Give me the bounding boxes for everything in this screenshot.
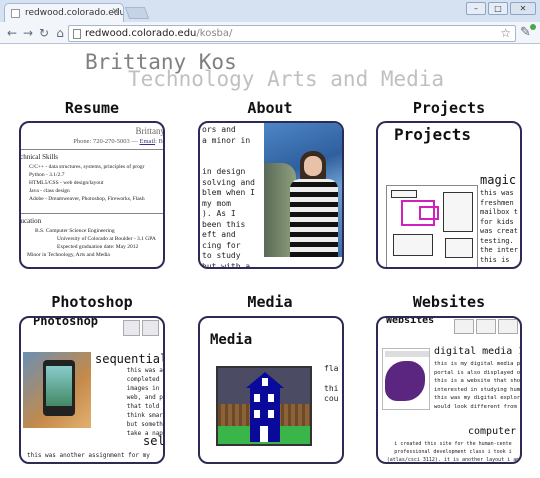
- edu-line: B.S. Computer Science Engineering: [35, 228, 115, 234]
- projects-card[interactable]: Projects magic this was freshmen mailbox…: [376, 121, 522, 269]
- section-title-about[interactable]: About: [190, 99, 350, 117]
- websites-bottom-text: i created this site for the human-cente …: [386, 441, 520, 463]
- house-window: [254, 394, 260, 402]
- site-graphic: [385, 361, 425, 401]
- skill-item: C/C++ - data structures, systems, princi…: [29, 163, 163, 171]
- section-title-projects[interactable]: Projects: [369, 99, 529, 117]
- maximize-button[interactable]: □: [488, 2, 508, 15]
- media-house-image: [216, 366, 312, 446]
- skill-item: Java - class design: [29, 187, 163, 195]
- bookmark-star-icon[interactable]: ☆: [500, 26, 511, 40]
- thumbnail[interactable]: [142, 320, 159, 336]
- resume-email-link[interactable]: Email: [140, 138, 156, 145]
- diagram-box: [391, 190, 417, 198]
- section-title-photoshop[interactable]: Photoshop: [12, 293, 172, 311]
- window-titlebar: redwood.colorado.edu/ko ✕ – □ ✕: [0, 0, 540, 22]
- projects-card-title: Projects: [394, 125, 472, 144]
- resume-contact: Phone: 720-270-5003 — Email: Br: [73, 138, 165, 145]
- media-card[interactable]: Media fla thi cou: [198, 316, 344, 464]
- section-title-resume[interactable]: Resume: [12, 99, 172, 117]
- photo-face: [304, 156, 322, 176]
- thumbnail[interactable]: [476, 319, 496, 334]
- close-tab-icon[interactable]: ✕: [111, 7, 119, 17]
- house-window: [268, 394, 274, 402]
- photoshop-sel-heading: sel: [143, 434, 165, 448]
- photoshop-sequential-heading: sequential: [95, 352, 165, 366]
- url-path: /kosba/: [196, 28, 233, 39]
- diagram-highlight: [419, 206, 439, 220]
- section-title-websites[interactable]: Websites: [369, 293, 529, 311]
- photoshop-thumbnails: [123, 320, 159, 336]
- resume-phone-suffix: : Br: [155, 138, 165, 145]
- house-door: [260, 426, 268, 442]
- section-title-media[interactable]: Media: [190, 293, 350, 311]
- house-window: [262, 378, 268, 386]
- photo-screen: [46, 366, 72, 406]
- tab-title: redwood.colorado.edu/ko: [25, 8, 124, 18]
- diagram-box: [445, 238, 473, 258]
- websites-card[interactable]: Websites digital media 1 this is my digi…: [376, 316, 522, 464]
- media-card-title: Media: [210, 332, 253, 348]
- site-header: [385, 351, 429, 357]
- minimize-button[interactable]: –: [466, 2, 486, 15]
- divider: [21, 149, 163, 150]
- edu-line: University of Colorado at Boulder - 3.1 …: [57, 236, 156, 242]
- websites-thumbnails: [454, 319, 518, 334]
- page-favicon-icon: [11, 9, 20, 18]
- photoshop-bottom-text: this was another assignment for my: [27, 452, 150, 459]
- home-icon[interactable]: ⌂: [52, 25, 68, 41]
- reload-icon[interactable]: ↻: [36, 25, 52, 41]
- education-block: B.S. Computer Science Engineering Univer…: [27, 227, 163, 259]
- edu-line: Expected graduation date: May 2012: [57, 244, 139, 250]
- about-portrait-image: [264, 123, 342, 257]
- diagram-box: [443, 192, 473, 232]
- thumbnail[interactable]: [123, 320, 140, 336]
- page-icon: [73, 29, 81, 39]
- project-magic-heading: magic: [480, 173, 517, 187]
- new-tab-button[interactable]: [124, 7, 150, 19]
- websites-description: this is my digital media po portal is al…: [434, 361, 522, 410]
- websites-digital-media-heading: digital media 1: [434, 346, 522, 357]
- education-heading: ducation: [19, 217, 42, 225]
- edu-line: Minor in Technology, Arts and Media: [27, 252, 110, 258]
- divider: [21, 213, 163, 214]
- websites-computer-heading: computer s: [468, 426, 520, 437]
- site-subtitle: Technology Arts and Media: [128, 67, 445, 91]
- thumbnail[interactable]: [498, 319, 518, 334]
- back-arrow-icon[interactable]: ←: [4, 25, 20, 41]
- about-card[interactable]: ors and a minor in in design solving and…: [198, 121, 344, 269]
- browser-tab[interactable]: redwood.colorado.edu/ko ✕: [4, 3, 124, 22]
- skill-item: Python - 3.1/2.7: [29, 171, 163, 179]
- project-diagram-image: [386, 185, 478, 267]
- thumbnail[interactable]: [454, 319, 474, 334]
- about-text: ors and a minor in in design solving and…: [202, 125, 255, 269]
- browser-toolbar: ← → ↻ ⌂ redwood.colorado.edu/kosba/ ☆ ✎: [0, 22, 540, 44]
- update-indicator-icon: [530, 24, 536, 30]
- forward-arrow-icon[interactable]: →: [20, 25, 36, 41]
- skill-item: HTML5/CSS - web design/layout: [29, 179, 163, 187]
- photoshop-image: [23, 352, 91, 428]
- resume-phone: Phone: 720-270-5003 —: [73, 138, 140, 145]
- photo-shirt: [290, 179, 338, 257]
- page-content: Brittany Kos Technology Arts and Media R…: [0, 45, 540, 478]
- resume-card[interactable]: Brittany Phone: 720-270-5003 — Email: Br…: [19, 121, 165, 269]
- skills-heading: echnical Skills: [19, 153, 59, 161]
- url-host: redwood.colorado.edu: [85, 28, 197, 39]
- close-window-button[interactable]: ✕: [510, 2, 536, 15]
- website-screenshot-image: [382, 348, 430, 410]
- media-side-text: fla thi cou: [324, 364, 339, 403]
- diagram-box: [393, 234, 433, 256]
- address-bar[interactable]: redwood.colorado.edu/kosba/ ☆: [68, 25, 516, 42]
- project-description: this was freshmen mailbox t for kids was…: [480, 189, 518, 264]
- skills-list: C/C++ - data structures, systems, princi…: [29, 163, 163, 203]
- skill-item: Adobe - Dreamweaver, Photoshop, Firework…: [29, 195, 163, 203]
- house-window: [254, 410, 260, 418]
- photoshop-card[interactable]: Photoshop this was an assign completed r…: [19, 316, 165, 464]
- photoshop-card-title: Photoshop: [33, 316, 99, 328]
- resume-name: Brittany: [135, 126, 165, 136]
- websites-card-title: Websites: [386, 316, 435, 326]
- house-window: [268, 410, 274, 418]
